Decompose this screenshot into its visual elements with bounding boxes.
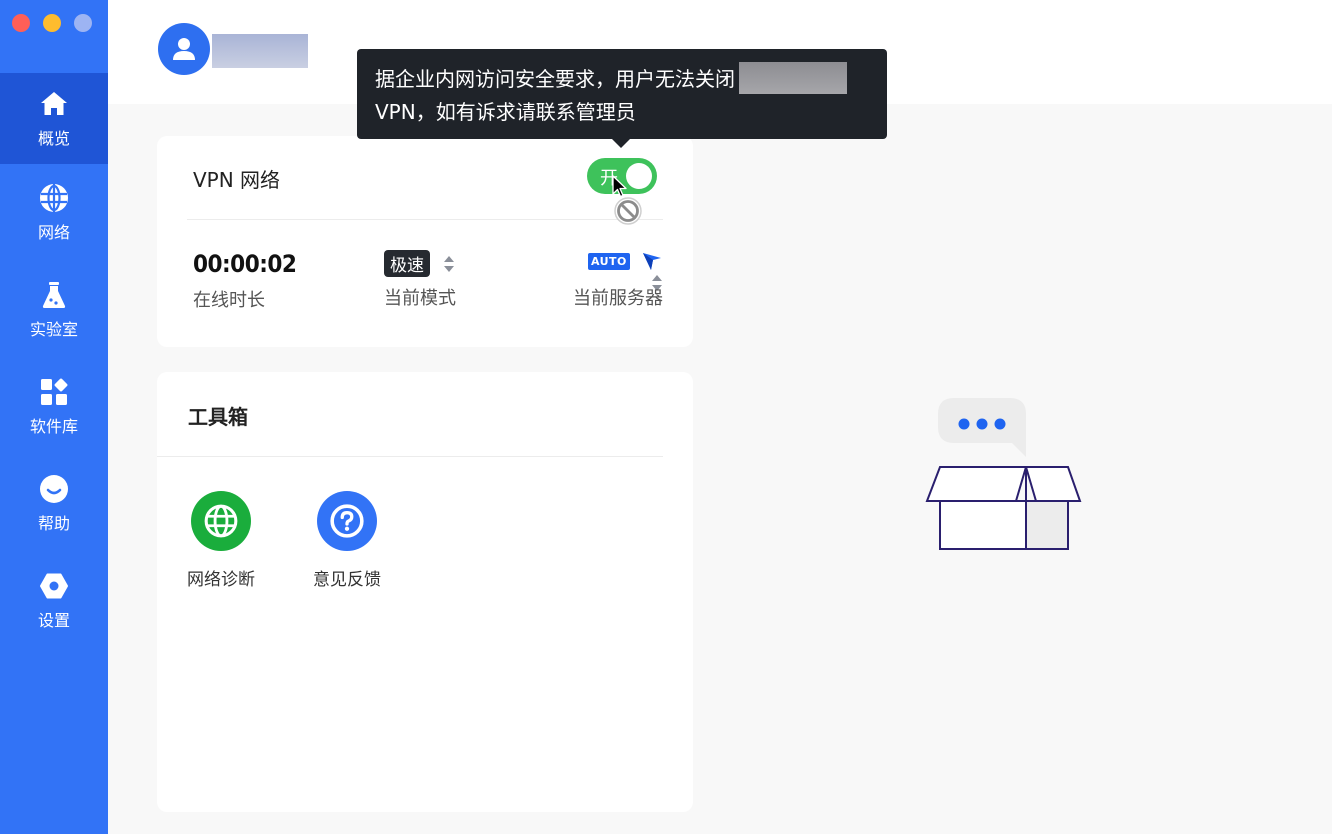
sidebar: 概览 网络 实验室 软件库 帮助 设置: [0, 0, 108, 834]
tool-feedback[interactable]: 意见反馈: [302, 491, 392, 590]
settings-icon: [40, 573, 68, 599]
sidebar-item-label: 设置: [37, 611, 70, 630]
user-name-redacted: ████: [212, 34, 308, 68]
zoom-window-button[interactable]: [74, 14, 92, 32]
sidebar-item-settings[interactable]: 设置: [0, 552, 108, 649]
online-time-label: 在线时长: [193, 290, 265, 311]
sidebar-item-software[interactable]: 软件库: [0, 358, 108, 455]
mode-label: 当前模式: [384, 288, 456, 309]
toggle-knob: [626, 163, 652, 189]
home-icon: [41, 92, 67, 115]
sidebar-item-label: 软件库: [29, 417, 78, 436]
server-stat: AUTO 当前服务器: [563, 250, 663, 310]
server-location-icon[interactable]: [641, 250, 663, 272]
redacted-block: [739, 62, 847, 94]
help-icon: [40, 475, 68, 503]
server-auto-tag[interactable]: AUTO: [587, 252, 630, 270]
user-icon: [173, 38, 195, 60]
mouse-cursor-icon: [612, 175, 627, 198]
vpn-lock-tooltip: 据企业内网访问安全要求，用户无法关闭 VPN，如有诉求请联系管理员: [357, 49, 887, 139]
online-time-value: 00:00:02: [193, 250, 297, 278]
online-time-stat: 00:00:02 在线时长: [193, 250, 297, 312]
tooltip-line2: VPN，如有诉求请联系管理员: [375, 100, 636, 124]
apps-icon: [41, 378, 68, 405]
avatar[interactable]: [158, 23, 210, 75]
tool-label: 意见反馈: [313, 570, 381, 590]
network-diagnosis-icon: [191, 491, 251, 551]
server-label: 当前服务器: [573, 288, 663, 309]
sidebar-nav: 概览 网络 实验室 软件库 帮助 设置: [0, 73, 108, 649]
updown-arrows-icon[interactable]: [443, 254, 455, 274]
window-controls: [12, 14, 92, 32]
tooltip-line1: 据企业内网访问安全要求，用户无法关闭: [375, 67, 735, 91]
close-window-button[interactable]: [12, 14, 30, 32]
question-icon: [317, 491, 377, 551]
mode-selector[interactable]: 极速: [384, 250, 430, 277]
sidebar-item-label: 概览: [37, 129, 70, 148]
divider: [187, 219, 663, 220]
sidebar-item-network[interactable]: 网络: [0, 164, 108, 261]
sidebar-item-lab[interactable]: 实验室: [0, 261, 108, 358]
vpn-card: VPN 网络 开 00:00:02 在线时长 极速 当前模式 AUTO 当前服务…: [157, 136, 693, 347]
mode-stat: 极速 当前模式: [384, 250, 456, 310]
divider: [157, 456, 663, 457]
toolbox-title: 工具箱: [188, 405, 248, 429]
toolbox-card: 工具箱 网络诊断 意见反馈: [157, 372, 693, 812]
sidebar-item-label: 帮助: [37, 514, 70, 533]
empty-box-illustration: [925, 398, 1082, 550]
tool-label: 网络诊断: [187, 570, 255, 590]
tool-network-diagnosis[interactable]: 网络诊断: [176, 491, 266, 590]
minimize-window-button[interactable]: [43, 14, 61, 32]
vpn-title: VPN 网络: [193, 168, 281, 192]
not-allowed-icon: [614, 197, 642, 225]
tooltip-arrow: [612, 139, 630, 148]
flask-icon: [42, 282, 66, 308]
sidebar-item-overview[interactable]: 概览: [0, 73, 108, 164]
sidebar-item-label: 实验室: [29, 320, 78, 339]
globe-icon: [40, 184, 68, 212]
sidebar-item-label: 网络: [37, 223, 70, 242]
sidebar-item-help[interactable]: 帮助: [0, 455, 108, 552]
